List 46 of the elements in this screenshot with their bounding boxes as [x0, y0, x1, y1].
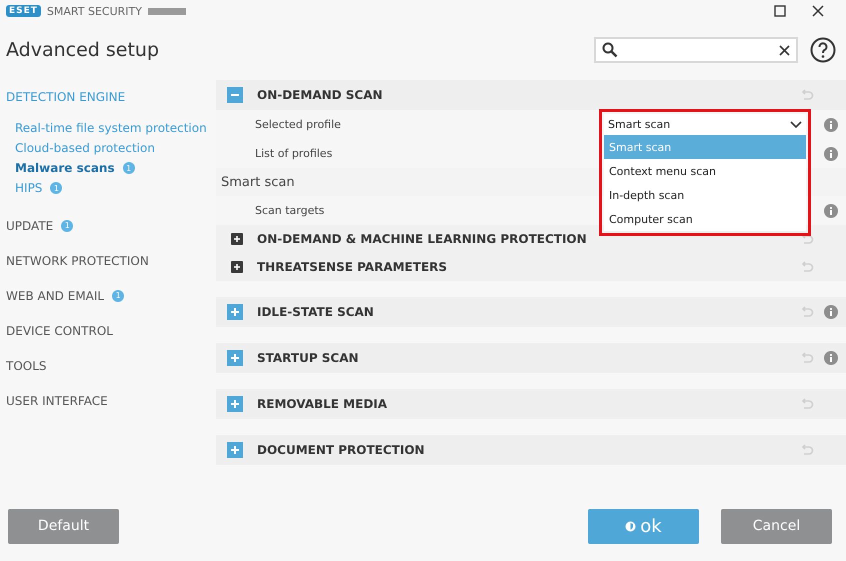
- section-title: DOCUMENT PROTECTION: [257, 443, 425, 457]
- subsection-title: THREATSENSE PARAMETERS: [257, 260, 448, 274]
- section-title: STARTUP SCAN: [257, 351, 359, 365]
- setting-label: Scan targets: [255, 204, 324, 217]
- sidebar-item[interactable]: Malware scans: [15, 161, 115, 175]
- product-name: SMART SECURITY: [46, 4, 142, 18]
- section-title: REMOVABLE MEDIA: [257, 397, 388, 411]
- search-icon: [602, 42, 618, 58]
- clear-icon[interactable]: [779, 44, 790, 56]
- dropdown-option[interactable]: In-depth scan: [604, 183, 806, 207]
- setting-label: List of profiles: [255, 147, 332, 160]
- notification-badge: 1: [112, 290, 124, 302]
- logo: ESET: [6, 5, 41, 17]
- plus-icon[interactable]: [231, 261, 243, 273]
- search-field[interactable]: [594, 37, 798, 63]
- sidebar-item[interactable]: NETWORK PROTECTION: [6, 254, 149, 268]
- setting-label: Selected profile: [255, 118, 341, 131]
- sidebar-item[interactable]: UPDATE: [6, 218, 54, 232]
- edition-badge-icon: [148, 8, 186, 14]
- revert-icon[interactable]: [800, 233, 814, 245]
- sidebar-item[interactable]: TOOLS: [6, 358, 47, 372]
- sidebar-item[interactable]: WEB AND EMAIL: [6, 288, 104, 302]
- subsection-title: ON-DEMAND & MACHINE LEARNING PROTECTION: [257, 232, 587, 246]
- info-icon[interactable]: [824, 305, 838, 319]
- maximize-icon[interactable]: [774, 5, 786, 17]
- section-title: ON-DEMAND SCAN: [257, 88, 383, 102]
- group-heading: Smart scan: [221, 174, 295, 190]
- chevron-down-icon: [790, 120, 802, 128]
- info-icon[interactable]: [824, 118, 838, 132]
- dropdown-option[interactable]: Context menu scan: [604, 159, 806, 183]
- notification-badge: 1: [61, 220, 74, 232]
- close-icon[interactable]: [812, 5, 824, 17]
- minus-icon[interactable]: [227, 87, 243, 103]
- page-title: Advanced setup: [6, 39, 160, 61]
- info-icon[interactable]: [824, 146, 838, 160]
- sidebar-item[interactable]: DEVICE CONTROL: [6, 324, 113, 338]
- plus-icon[interactable]: [231, 233, 243, 245]
- section-title: IDLE-STATE SCAN: [257, 305, 374, 319]
- profile-dropdown[interactable]: Smart scan: [604, 114, 806, 135]
- info-icon[interactable]: [824, 351, 838, 365]
- subsection-header[interactable]: THREATSENSE PARAMETERS: [216, 253, 846, 281]
- notification-badge: 1: [50, 182, 62, 194]
- sidebar-item[interactable]: USER INTERFACE: [6, 394, 108, 408]
- notification-badge: 1: [122, 162, 135, 174]
- help-icon[interactable]: [810, 37, 836, 63]
- info-icon[interactable]: [824, 204, 838, 218]
